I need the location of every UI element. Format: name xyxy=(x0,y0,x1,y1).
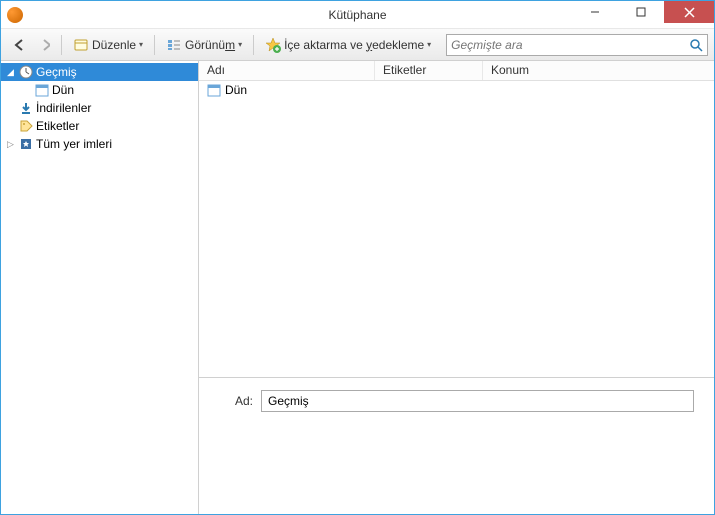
search-icon[interactable] xyxy=(689,38,703,52)
sidebar-item-tags[interactable]: Etiketler xyxy=(1,117,198,135)
close-button[interactable] xyxy=(664,1,714,23)
search-box[interactable] xyxy=(446,34,708,56)
column-header-location[interactable]: Konum xyxy=(483,61,714,80)
titlebar[interactable]: Kütüphane xyxy=(1,1,714,29)
chevron-down-icon: ▾ xyxy=(427,40,431,49)
star-import-icon xyxy=(265,37,281,53)
body: ◢ Geçmiş Dün İndirilenler Etiketler ▷ xyxy=(1,61,714,514)
sidebar-item-label: Dün xyxy=(52,83,74,97)
import-backup-button[interactable]: İçe aktarma ve yedekleme ▾ xyxy=(260,34,436,56)
details-name-input[interactable] xyxy=(261,390,694,412)
back-button[interactable] xyxy=(7,34,29,56)
expander-closed-icon[interactable]: ▷ xyxy=(5,139,16,150)
row-name: Dün xyxy=(225,83,247,97)
sidebar-item-label: Geçmiş xyxy=(36,65,77,79)
expander-open-icon[interactable]: ◢ xyxy=(5,67,16,78)
column-header-name[interactable]: Adı xyxy=(199,61,375,80)
details-name-label: Ad: xyxy=(207,394,253,408)
maximize-button[interactable] xyxy=(618,1,664,23)
maximize-icon xyxy=(636,7,646,17)
sidebar-item-all-bookmarks[interactable]: ▷ Tüm yer imleri xyxy=(1,135,198,153)
toolbar-separator xyxy=(61,35,62,55)
column-header-tags[interactable]: Etiketler xyxy=(375,61,483,80)
tag-icon xyxy=(18,118,34,134)
list-row[interactable]: Dün xyxy=(199,81,714,99)
sidebar-item-downloads[interactable]: İndirilenler xyxy=(1,99,198,117)
window-title: Kütüphane xyxy=(328,8,386,22)
firefox-icon xyxy=(7,7,23,23)
download-icon xyxy=(18,100,34,116)
back-icon xyxy=(12,37,24,53)
sidebar-tree[interactable]: ◢ Geçmiş Dün İndirilenler Etiketler ▷ xyxy=(1,61,199,514)
search-input[interactable] xyxy=(451,38,689,52)
sidebar-item-label: İndirilenler xyxy=(36,101,91,115)
chevron-down-icon: ▾ xyxy=(238,40,242,49)
bookmark-icon xyxy=(18,136,34,152)
sidebar-item-label: Tüm yer imleri xyxy=(36,137,112,151)
calendar-icon xyxy=(34,82,50,98)
minimize-button[interactable] xyxy=(572,1,618,23)
views-button[interactable]: Görünüm ▾ xyxy=(161,34,247,56)
minimize-icon xyxy=(590,7,600,17)
sidebar-item-label: Etiketler xyxy=(36,119,79,133)
list-header: Adı Etiketler Konum xyxy=(199,61,714,81)
window-controls xyxy=(572,1,714,23)
main-panel: Adı Etiketler Konum Dün Ad: xyxy=(199,61,714,514)
calendar-icon xyxy=(207,83,221,97)
organize-icon xyxy=(73,37,89,53)
toolbar-separator xyxy=(154,35,155,55)
clock-icon xyxy=(18,64,34,80)
import-backup-label: İçe aktarma ve yedekleme xyxy=(284,38,424,52)
sidebar-item-history[interactable]: ◢ Geçmiş xyxy=(1,63,198,81)
details-name-row: Ad: xyxy=(207,390,706,412)
forward-button[interactable] xyxy=(33,34,55,56)
chevron-down-icon: ▾ xyxy=(139,40,143,49)
organize-button[interactable]: Düzenle ▾ xyxy=(68,34,148,56)
details-pane: Ad: xyxy=(199,378,714,514)
forward-icon xyxy=(38,37,50,53)
views-label: Görünüm xyxy=(185,38,235,52)
list-body[interactable]: Dün xyxy=(199,81,714,378)
toolbar: Düzenle ▾ Görünüm ▾ İçe aktarma ve yedek… xyxy=(1,29,714,61)
views-icon xyxy=(166,37,182,53)
toolbar-separator xyxy=(253,35,254,55)
sidebar-item-yesterday[interactable]: Dün xyxy=(1,81,198,99)
close-icon xyxy=(684,7,695,18)
organize-label: Düzenle xyxy=(92,38,136,52)
library-window: Kütüphane Düzenle ▾ Gör xyxy=(0,0,715,515)
